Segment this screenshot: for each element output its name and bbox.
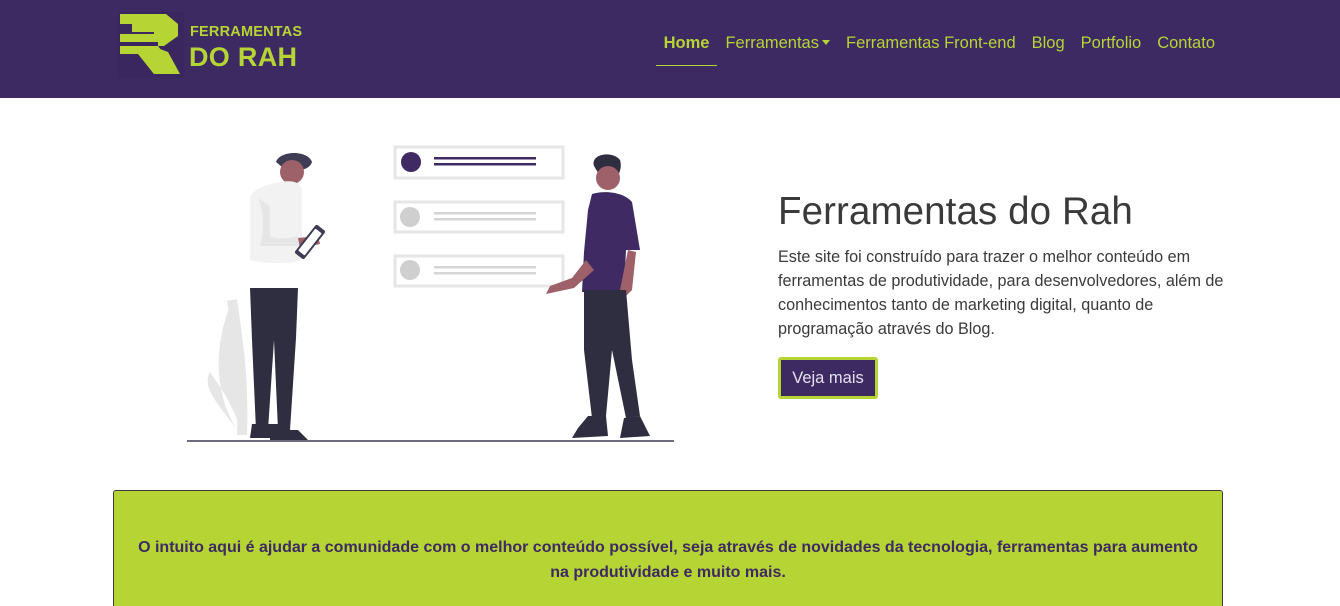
person-right: [546, 154, 650, 438]
person-left: [250, 153, 326, 440]
nav-contato[interactable]: Contato: [1149, 22, 1223, 66]
nav-ferramentas-dropdown[interactable]: Ferramentas: [717, 22, 838, 66]
nav-ferramentas-label: Ferramentas: [725, 34, 819, 52]
logo-text-bottom: DO RAH: [189, 42, 298, 72]
nav-portfolio[interactable]: Portfolio: [1073, 22, 1150, 66]
logo-r-icon: [118, 12, 184, 78]
site-logo[interactable]: FERRAMENTAS DO RAH: [118, 12, 302, 80]
nav-ferramentas-front-end[interactable]: Ferramentas Front-end: [838, 22, 1024, 66]
nav-blog[interactable]: Blog: [1024, 22, 1073, 66]
list-card-2: [393, 200, 565, 234]
hero-illustration: [187, 145, 674, 442]
callout-box: O intuito aqui é ajudar a comunidade com…: [113, 490, 1223, 606]
hero-description: Este site foi construído para trazer o m…: [778, 248, 1224, 338]
main-nav: Home Ferramentas Ferramentas Front-end B…: [655, 22, 1223, 66]
callout-text: O intuito aqui é ajudar a comunidade com…: [138, 539, 1198, 581]
list-card-1: [393, 145, 565, 180]
logo-text-top: FERRAMENTAS: [190, 24, 303, 40]
hero-title: Ferramentas do Rah: [778, 190, 1133, 233]
caret-down-icon: [821, 40, 830, 45]
list-card-3: [393, 254, 565, 288]
navbar: FERRAMENTAS DO RAH Home Ferramentas Ferr…: [0, 0, 1340, 98]
nav-home[interactable]: Home: [655, 22, 718, 66]
veja-mais-button[interactable]: Veja mais: [778, 357, 878, 399]
